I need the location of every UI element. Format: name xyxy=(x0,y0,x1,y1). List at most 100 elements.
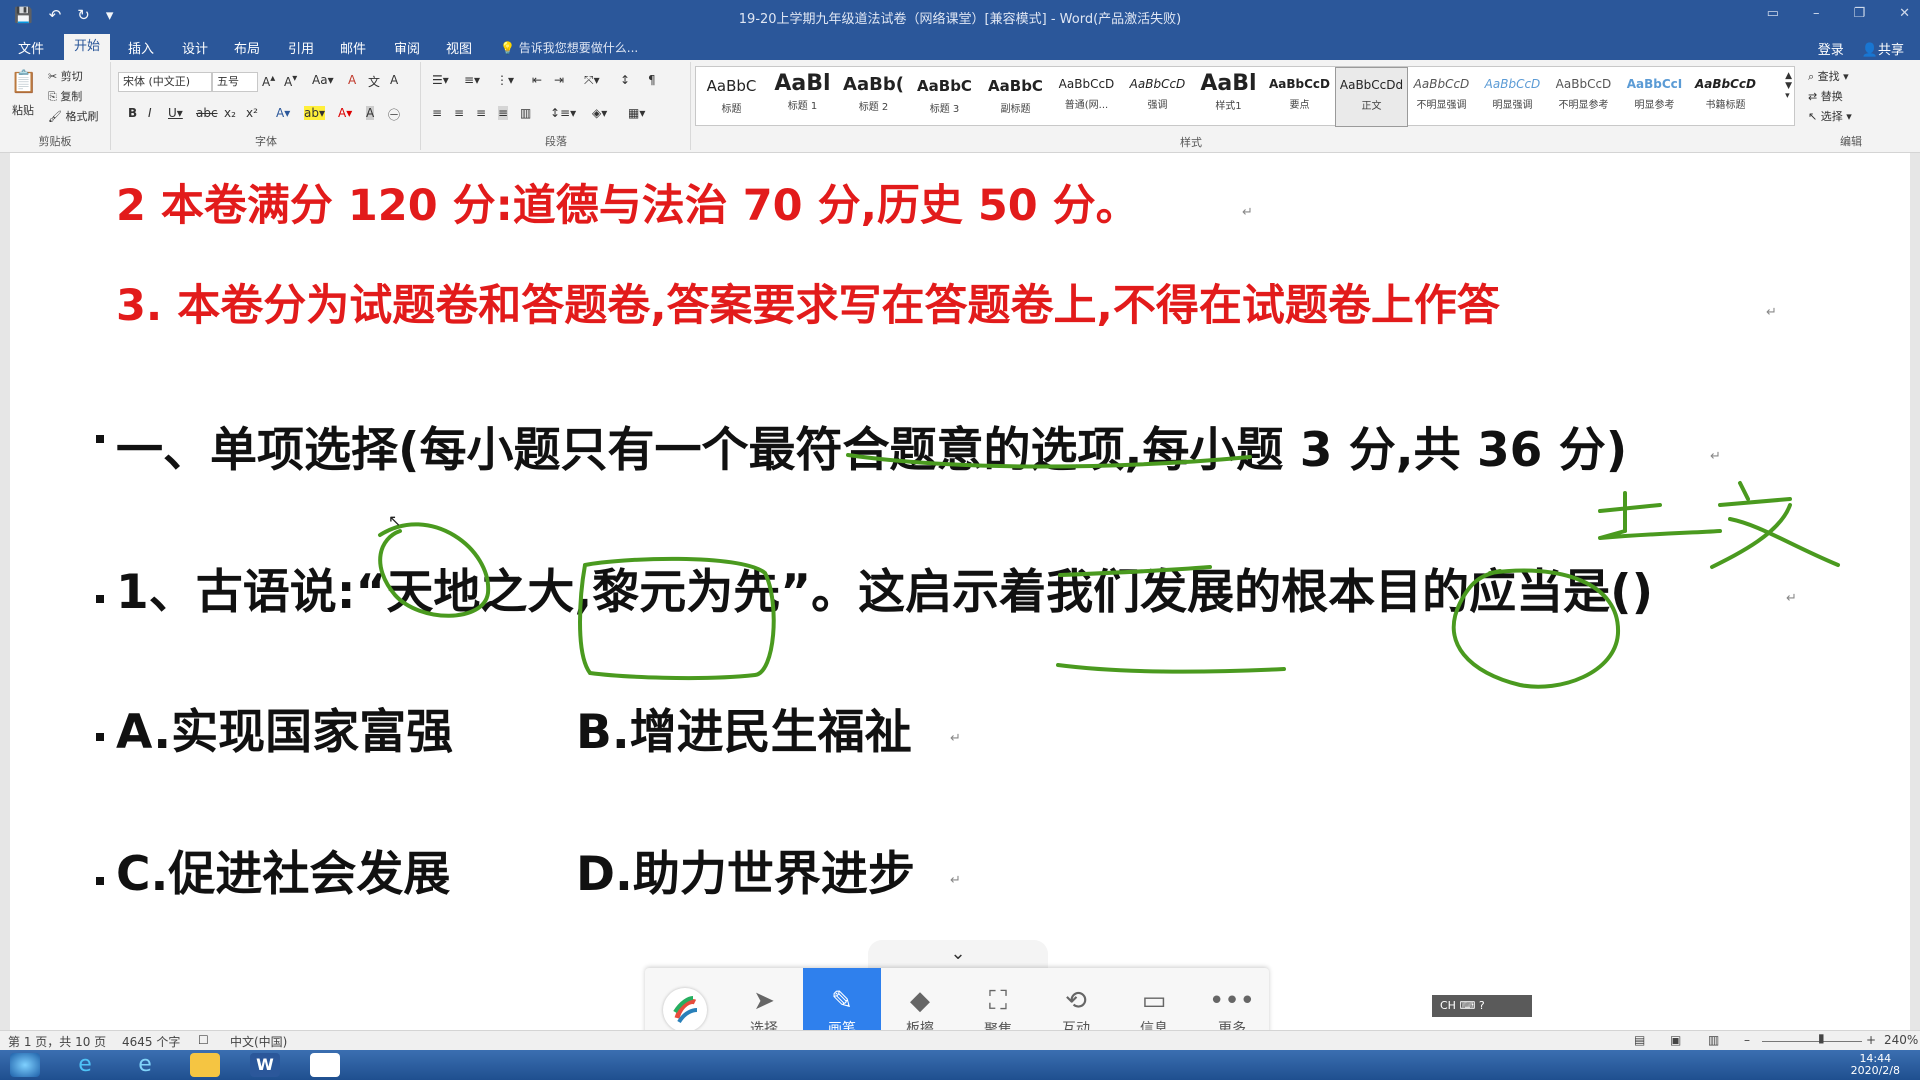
align-center-icon[interactable]: ≡ xyxy=(454,106,464,120)
edge-browser-icon[interactable]: e xyxy=(130,1053,160,1077)
style-key-point[interactable]: AaBbCcD 要点 xyxy=(1264,67,1335,125)
show-marks-icon[interactable]: ¶ xyxy=(648,73,656,87)
tab-insert[interactable]: 插入 xyxy=(118,38,164,57)
font-size-combo[interactable]: 五号 xyxy=(212,72,258,92)
highlight-icon[interactable]: ab▾ xyxy=(304,106,325,120)
shrink-font-icon[interactable]: A▾ xyxy=(284,73,297,89)
text-effects-icon[interactable]: A▾ xyxy=(276,106,290,120)
style-title[interactable]: AaBbC 标题 xyxy=(696,67,767,125)
print-layout-icon[interactable]: ▣ xyxy=(1670,1033,1681,1047)
bold-icon[interactable]: B xyxy=(128,106,137,120)
page-count[interactable]: 第 1 页，共 10 页 xyxy=(8,1033,106,1050)
share-button[interactable]: 👤共享 xyxy=(1862,39,1904,58)
tab-review[interactable]: 审阅 xyxy=(384,38,430,57)
paste-button[interactable]: 粘贴 xyxy=(12,102,34,118)
focus-icon: ⛶ xyxy=(988,986,1008,1016)
superscript-icon[interactable]: x² xyxy=(246,106,258,120)
ribbon-display-icon[interactable]: ▭ xyxy=(1767,6,1779,21)
style-heading1[interactable]: AaBl 标题 1 xyxy=(767,67,838,125)
cut-button[interactable]: ✂ 剪切 xyxy=(48,68,83,84)
char-border-icon[interactable]: A xyxy=(390,73,398,87)
multilevel-icon[interactable]: ⋮▾ xyxy=(496,73,514,87)
distributed-icon[interactable]: ▥ xyxy=(520,106,531,120)
language-status[interactable]: 中文(中国) xyxy=(230,1033,287,1050)
restore-icon[interactable]: ❐ xyxy=(1853,6,1865,21)
tab-view[interactable]: 视图 xyxy=(436,38,482,57)
line-spacing-icon[interactable]: ↕≡▾ xyxy=(550,106,576,120)
select-button[interactable]: ↖ 选择 ▾ xyxy=(1808,108,1852,124)
decrease-indent-icon[interactable]: ⇤ xyxy=(532,73,542,87)
tell-me-box[interactable]: 💡 告诉我您想要做什么... xyxy=(500,39,638,56)
paste-icon[interactable]: 📋 xyxy=(10,70,37,95)
phonetic-icon[interactable]: 文 xyxy=(368,73,380,90)
numbering-icon[interactable]: ≡▾ xyxy=(464,73,480,87)
style-normal[interactable]: AaBbCcDd 正文 xyxy=(1335,67,1408,127)
collapse-toolbar-button[interactable]: ⌄ xyxy=(868,940,1048,968)
style-book-title[interactable]: AaBbCcD 书籍标题 xyxy=(1690,67,1761,125)
zoom-thumb[interactable]: ▮ xyxy=(1818,1031,1825,1045)
style-subtitle[interactable]: AaBbC 副标题 xyxy=(980,67,1051,125)
format-painter-button[interactable]: 🖌 格式刷 xyxy=(48,108,98,124)
style-subtle-emphasis[interactable]: AaBbCcD 不明显强调 xyxy=(1406,67,1477,125)
whiteboard-app-icon[interactable] xyxy=(310,1053,340,1077)
borders-icon[interactable]: ▦▾ xyxy=(628,106,645,120)
ime-indicator[interactable]: CH ⌨ ? xyxy=(1432,995,1532,1017)
style-heading3[interactable]: AaBbC 标题 3 xyxy=(909,67,980,125)
tab-design[interactable]: 设计 xyxy=(172,38,218,57)
zoom-slider[interactable] xyxy=(1762,1041,1862,1042)
web-layout-icon[interactable]: ▥ xyxy=(1708,1033,1719,1047)
zoom-out-icon[interactable]: – xyxy=(1744,1033,1750,1047)
tab-references[interactable]: 引用 xyxy=(278,38,324,57)
font-name-combo[interactable]: 宋体 (中文正) xyxy=(118,72,212,92)
underline-icon[interactable]: U▾ xyxy=(168,106,183,120)
minimize-icon[interactable]: – xyxy=(1813,6,1820,21)
find-button[interactable]: ⌕ 查找 ▾ xyxy=(1808,68,1849,84)
shading-icon[interactable]: ◈▾ xyxy=(592,106,607,120)
sort-icon[interactable]: ↕ xyxy=(620,73,630,87)
word-count[interactable]: 4645 个字 xyxy=(122,1033,180,1050)
file-explorer-icon[interactable] xyxy=(190,1053,220,1077)
copy-button[interactable]: ⎘ 复制 xyxy=(48,88,82,104)
replace-button[interactable]: ⇄ 替换 xyxy=(1808,88,1843,104)
read-mode-icon[interactable]: ▤ xyxy=(1634,1033,1645,1047)
tab-home[interactable]: 开始 xyxy=(64,34,111,60)
bullets-icon[interactable]: ☰▾ xyxy=(432,73,449,87)
style-heading2[interactable]: AaBb(标题 2 xyxy=(838,67,909,125)
align-right-icon[interactable]: ≡ xyxy=(476,106,486,120)
grow-font-icon[interactable]: A▴ xyxy=(262,73,275,89)
taskbar-clock[interactable]: 14:44 2020/2/8 xyxy=(1851,1053,1900,1077)
ie-browser-icon[interactable]: e xyxy=(70,1053,100,1077)
char-shading-icon[interactable]: A xyxy=(366,106,375,120)
align-left-icon[interactable]: ≡ xyxy=(432,106,442,120)
asian-layout-icon[interactable]: ⤧▾ xyxy=(584,73,600,88)
clear-format-icon[interactable]: A xyxy=(348,73,356,87)
italic-icon[interactable]: I xyxy=(148,106,152,120)
change-case-icon[interactable]: Aa▾ xyxy=(312,73,334,87)
subscript-icon[interactable]: x₂ xyxy=(224,106,236,120)
strikethrough-icon[interactable]: abc xyxy=(196,106,218,120)
start-button-icon[interactable] xyxy=(10,1053,40,1077)
zoom-in-icon[interactable]: + xyxy=(1866,1033,1876,1047)
styles-scroll-icon[interactable]: ▲ ▼ ▾ xyxy=(1785,71,1792,101)
style-subtle-reference[interactable]: AaBbCcD 不明显参考 xyxy=(1548,67,1619,125)
keyboard-icon: ⌨ xyxy=(1459,999,1476,1012)
style-intense-emphasis[interactable]: AaBbCcD 明显强调 xyxy=(1477,67,1548,125)
tab-layout[interactable]: 布局 xyxy=(224,38,270,57)
app-logo-icon[interactable] xyxy=(663,988,707,1032)
sign-in-link[interactable]: 登录 xyxy=(1818,39,1844,58)
word-app-icon[interactable]: W xyxy=(250,1053,280,1077)
font-color-icon[interactable]: A▾ xyxy=(338,106,352,120)
increase-indent-icon[interactable]: ⇥ xyxy=(554,73,564,87)
zoom-level[interactable]: 240% xyxy=(1884,1033,1918,1047)
style-normal-web[interactable]: AaBbCcD 普通(网... xyxy=(1051,67,1122,125)
style-emphasis[interactable]: AaBbCcD 强调 xyxy=(1122,67,1193,125)
justify-icon[interactable]: ≡ xyxy=(498,106,509,120)
tab-file[interactable]: 文件 xyxy=(8,38,54,57)
ink-handwriting-shangjiao xyxy=(1598,481,1840,569)
enclose-char-icon[interactable]: ㊀ xyxy=(388,106,400,123)
style-intense-reference[interactable]: AaBbCcI 明显参考 xyxy=(1619,67,1690,125)
tab-mailings[interactable]: 邮件 xyxy=(330,38,376,57)
style-style1[interactable]: AaBl 样式1 xyxy=(1193,67,1264,125)
close-icon[interactable]: ✕ xyxy=(1899,6,1910,21)
proofing-icon[interactable]: ☐ xyxy=(198,1033,209,1047)
